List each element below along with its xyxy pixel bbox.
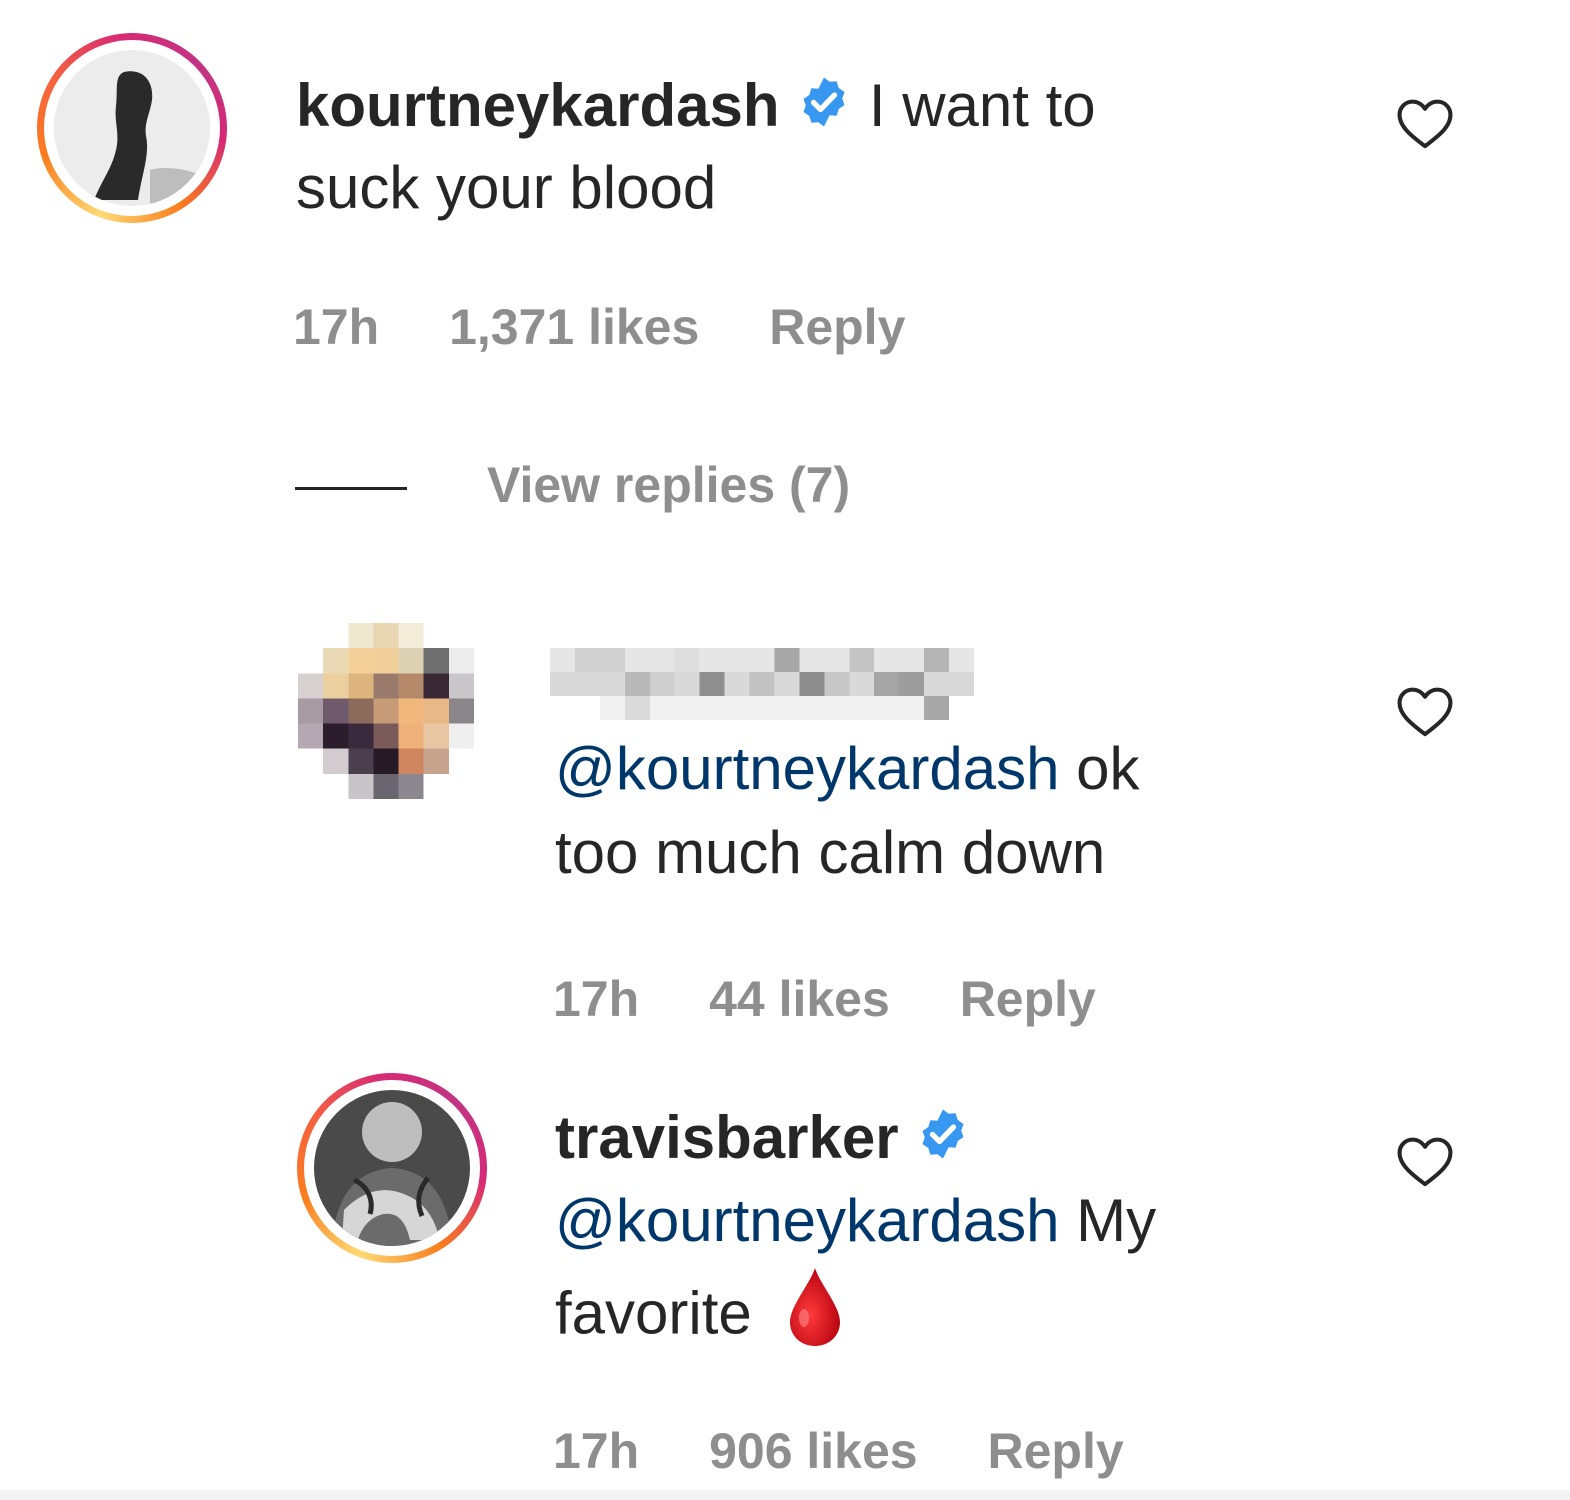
reply-button[interactable]: Reply	[769, 299, 905, 355]
comment-text-continued: suck your blood	[296, 154, 717, 221]
avatar	[314, 1090, 470, 1246]
comment-text: My	[1059, 1187, 1157, 1254]
comment-time: 17h	[553, 1423, 640, 1479]
avatar-pixelated[interactable]	[298, 623, 474, 799]
reply-button[interactable]: Reply	[960, 971, 1096, 1027]
verified-badge-icon	[796, 66, 852, 154]
comment-time: 17h	[553, 971, 640, 1027]
comment-likes[interactable]: 1,371 likes	[449, 299, 699, 355]
comment-text-continued: too much calm down	[555, 819, 1106, 886]
comment-text: ok	[1059, 735, 1140, 802]
view-replies-divider	[295, 487, 407, 490]
comment-time: 17h	[293, 299, 380, 355]
bottom-edge	[0, 1490, 1570, 1500]
heart-outline-icon[interactable]	[1394, 94, 1456, 155]
avatar	[54, 50, 210, 206]
comment-username[interactable]: travisbarker	[555, 1104, 899, 1171]
comment-likes[interactable]: 906 likes	[709, 1423, 918, 1479]
heart-outline-icon[interactable]	[1394, 682, 1456, 743]
heart-outline-icon[interactable]	[1394, 1132, 1456, 1193]
comment-username-redacted[interactable]	[550, 648, 974, 720]
comment-text-continued: favorite	[555, 1279, 752, 1347]
mention-link[interactable]: @kourtneykardash	[555, 735, 1060, 802]
reply-button[interactable]: Reply	[988, 1423, 1124, 1479]
view-replies-button[interactable]: View replies (7)	[487, 456, 850, 514]
avatar-ring[interactable]	[37, 33, 227, 223]
comment-username[interactable]: kourtneykardash	[296, 72, 780, 139]
mention-link[interactable]: @kourtneykardash	[555, 1187, 1060, 1254]
drop-of-blood-icon	[786, 1266, 844, 1369]
comment-text: I want to	[868, 72, 1096, 139]
comment-likes[interactable]: 44 likes	[709, 971, 890, 1027]
verified-badge-icon	[915, 1098, 971, 1186]
avatar-ring[interactable]	[297, 1073, 487, 1263]
